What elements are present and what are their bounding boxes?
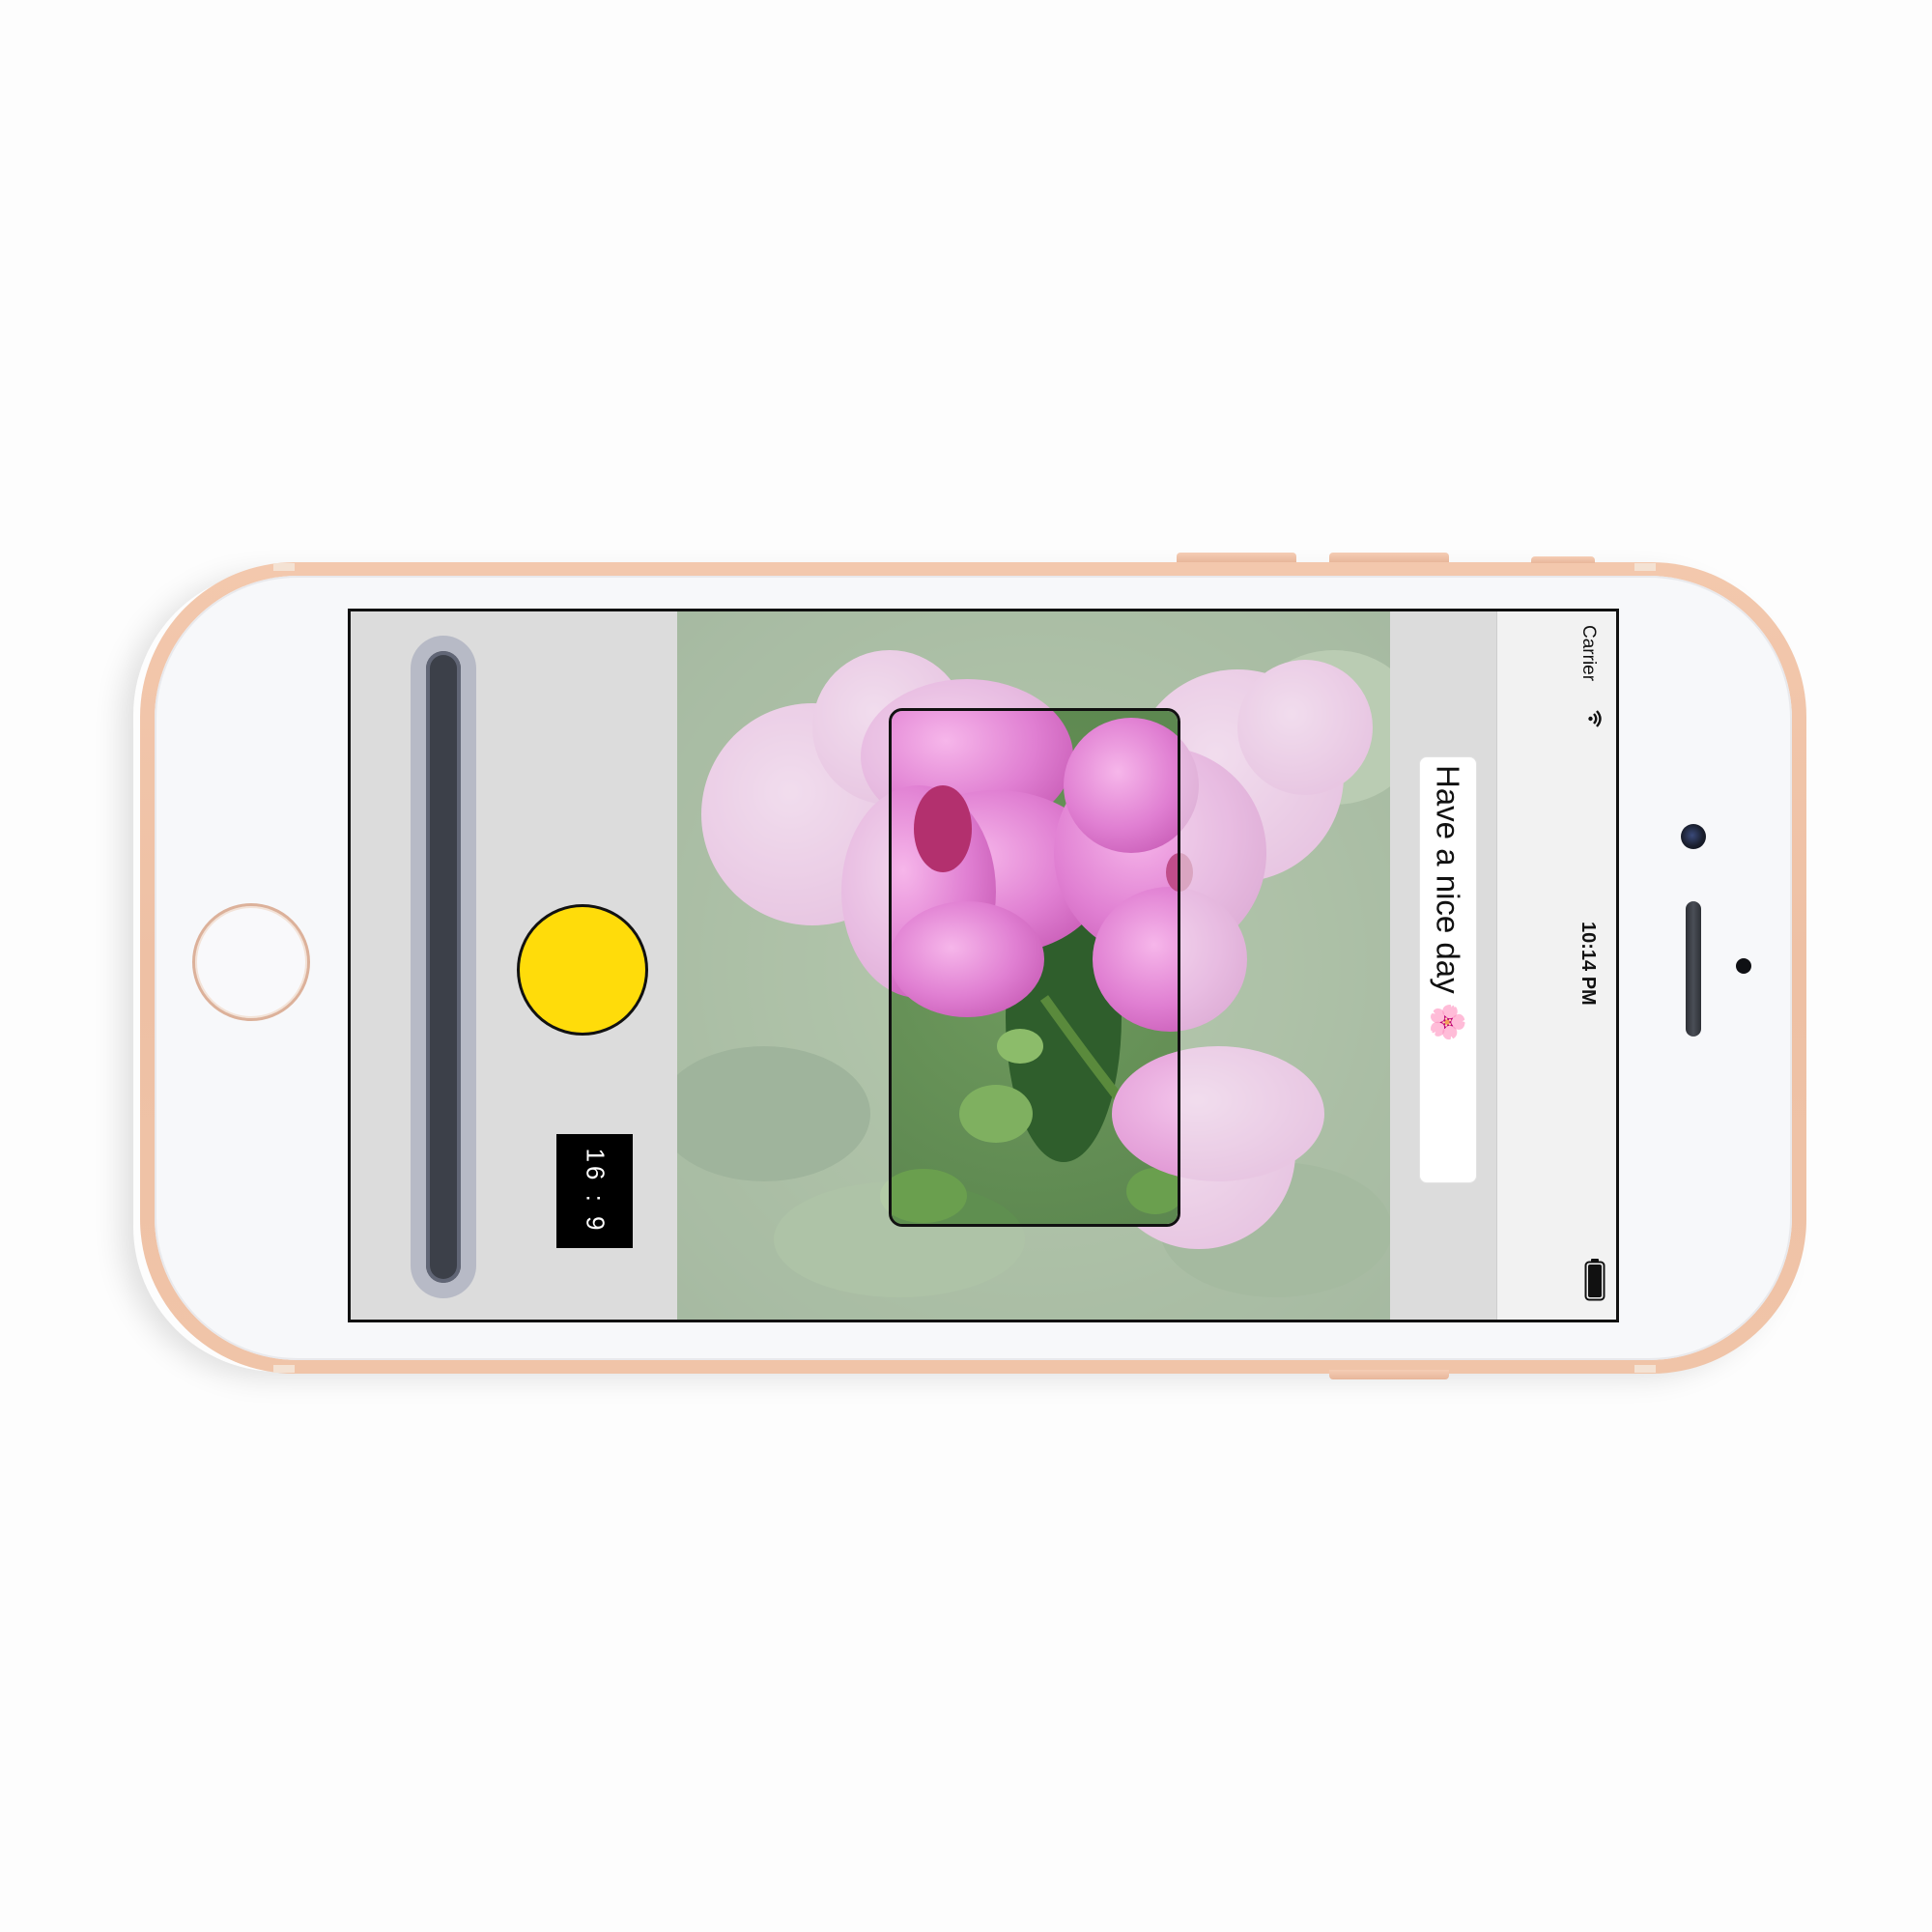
proximity-sensor <box>1736 958 1751 974</box>
shutter-button[interactable] <box>517 904 648 1036</box>
message-text: Have a nice day 🌸 <box>1430 765 1466 1042</box>
earpiece-speaker <box>1686 901 1701 1037</box>
aspect-ratio-button[interactable]: 16 : 9 <box>556 1134 633 1248</box>
message-panel: Have a nice day 🌸 <box>1390 611 1496 1320</box>
battery-icon <box>1584 1259 1605 1301</box>
volume-down-button <box>1329 553 1449 562</box>
app-screen: 16 : 9 Have a nice day 🌸 Carrier 10:14 P… <box>348 609 1619 1322</box>
wifi-icon <box>1588 710 1602 727</box>
crop-frame[interactable] <box>889 708 1180 1227</box>
status-bar: Carrier 10:14 PM <box>1496 611 1616 1320</box>
device-mockup: 16 : 9 Have a nice day 🌸 Carrier 10:14 P… <box>0 0 1932 1932</box>
antenna-band <box>1634 1365 1656 1373</box>
time-label: 10:14 PM <box>1577 922 1599 1006</box>
antenna-band <box>273 563 295 571</box>
mute-switch <box>1531 556 1595 563</box>
antenna-band <box>1634 563 1656 571</box>
home-button[interactable] <box>192 903 310 1021</box>
volume-up-button <box>1177 553 1296 562</box>
antenna-band <box>273 1365 295 1373</box>
power-button <box>1329 1370 1449 1379</box>
zoom-slider[interactable] <box>411 636 476 1298</box>
zoom-slider-track[interactable] <box>426 651 461 1283</box>
carrier-label: Carrier <box>1578 625 1599 682</box>
camera-controls-panel: 16 : 9 <box>351 611 677 1320</box>
front-camera-icon <box>1681 824 1706 849</box>
aspect-ratio-label: 16 : 9 <box>581 1148 610 1235</box>
message-card: Have a nice day 🌸 <box>1419 756 1477 1183</box>
camera-preview[interactable] <box>677 611 1390 1320</box>
crop-preview <box>892 711 1178 1224</box>
